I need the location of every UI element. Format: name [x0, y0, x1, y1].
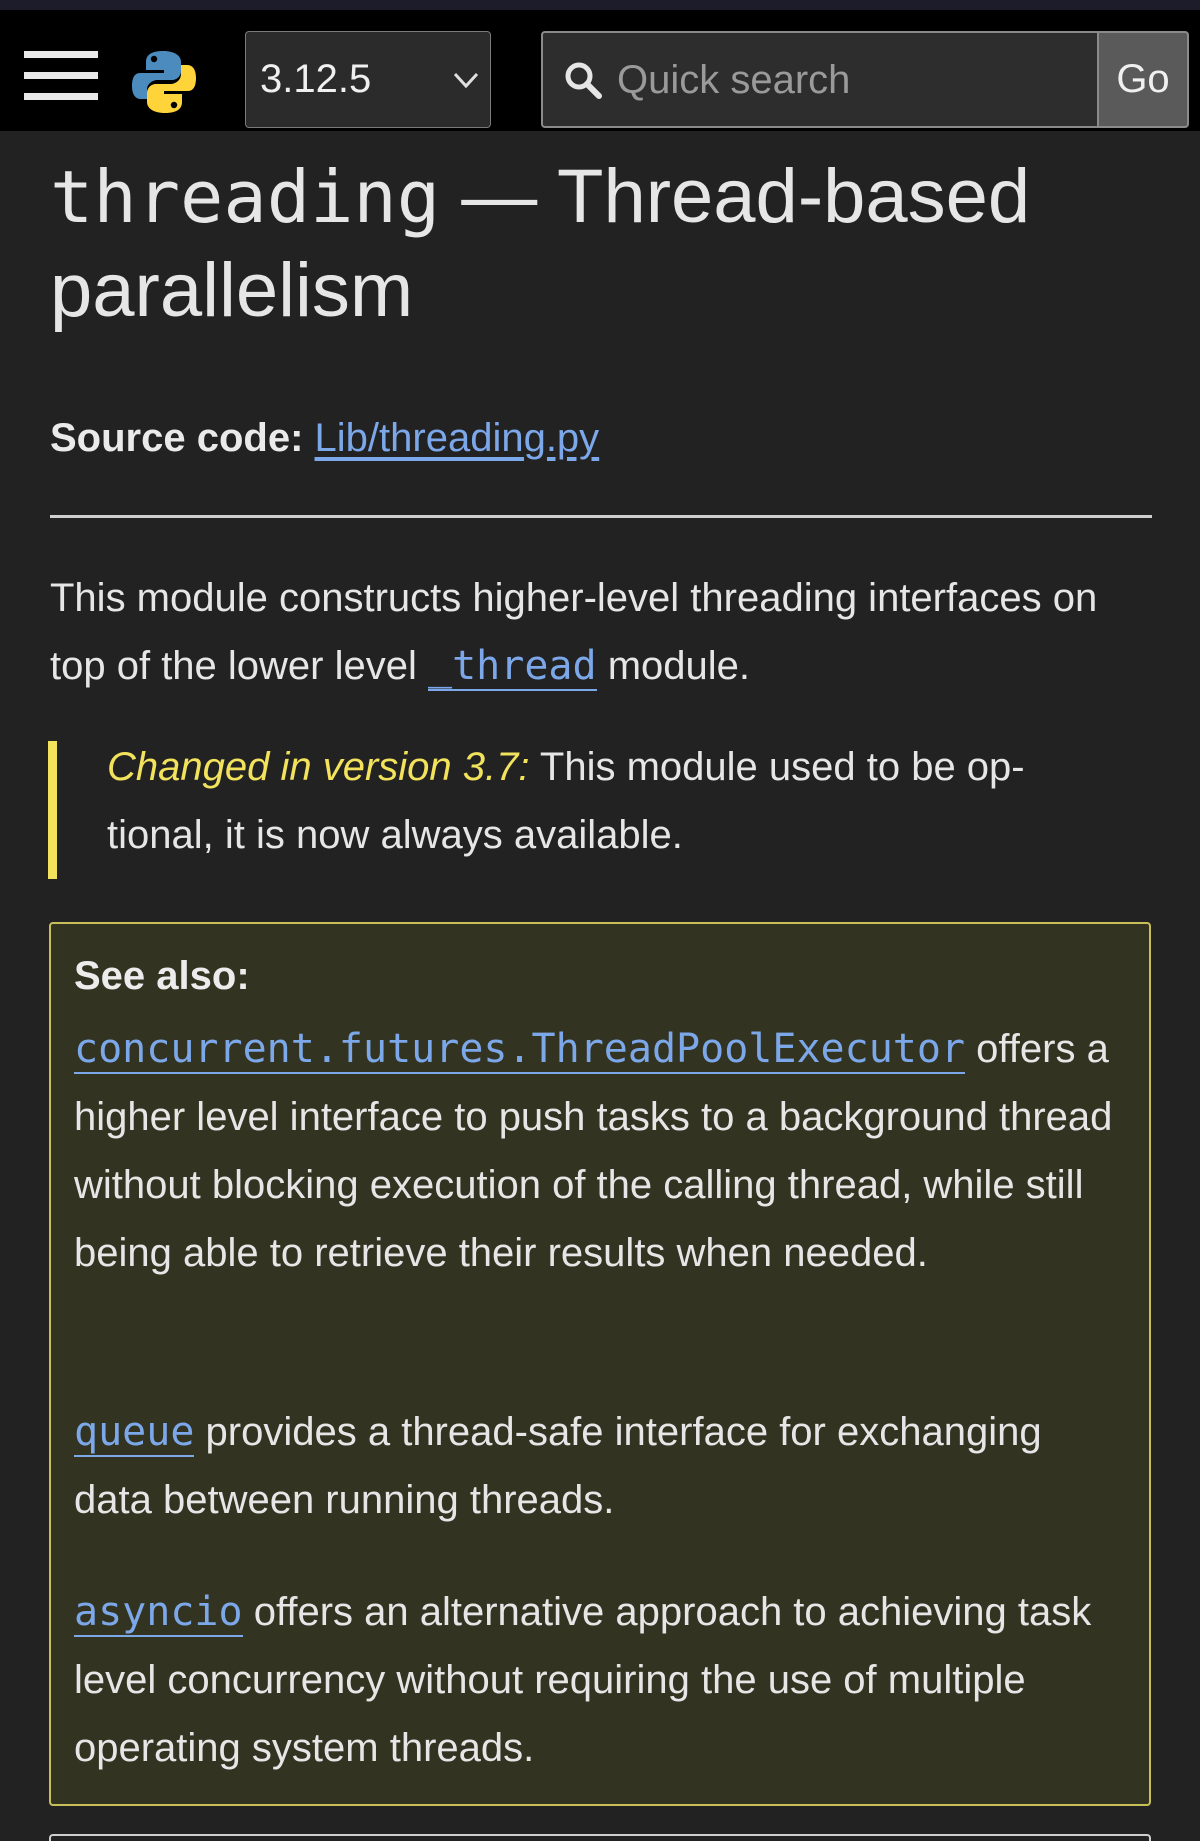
search-input[interactable] — [617, 47, 1077, 113]
python-logo-icon[interactable] — [130, 48, 198, 116]
version-select-value: 3.12.5 — [260, 57, 372, 101]
thread-module-link[interactable]: _thread — [428, 643, 597, 691]
threadpoolexecutor-link[interactable]: concurrent.futures.ThreadPoolExecutor — [74, 1026, 966, 1074]
intro-paragraph: This module constructs higher-level thre… — [50, 564, 1160, 700]
intro-text-end: module. — [596, 644, 750, 688]
see-also-item-text: provides a thread-safe interface for exc… — [74, 1410, 1042, 1522]
next-section-edge — [49, 1834, 1151, 1841]
top-accent-line — [0, 0, 1200, 10]
see-also-title: See also: — [74, 954, 250, 998]
version-changed-bar — [48, 741, 57, 879]
page-title: threading — Thread-based parallelism — [50, 150, 1160, 338]
see-also-item: asyncio offers an alternative approach t… — [74, 1578, 1129, 1782]
source-code-label: Source code: — [50, 416, 304, 460]
source-code-link[interactable]: Lib/threading.py — [315, 416, 600, 460]
divider — [50, 515, 1152, 518]
search-icon — [565, 62, 602, 99]
see-also-box: See also: concurrent.futures.ThreadPoolE… — [49, 922, 1151, 1806]
see-also-item: concurrent.futures.ThreadPoolExecutor of… — [74, 1015, 1129, 1287]
title-module-name: threading — [50, 155, 441, 239]
see-also-item: queue provides a thread-safe interface f… — [74, 1398, 1129, 1534]
queue-link[interactable]: queue — [74, 1409, 195, 1457]
asyncio-link[interactable]: asyncio — [74, 1589, 243, 1637]
version-changed-label: Changed in version 3.7: — [107, 745, 530, 789]
source-code-line: Source code: Lib/threading.py — [50, 412, 599, 464]
go-button[interactable]: Go — [1097, 31, 1189, 128]
version-changed-note: Changed in version 3.7: This module used… — [48, 741, 1158, 879]
hamburger-menu-icon[interactable] — [24, 42, 98, 104]
version-select[interactable]: 3.12.5 — [245, 31, 491, 128]
chevron-down-icon — [453, 72, 479, 89]
top-navigation-bar: 3.12.5 Go — [0, 10, 1200, 131]
title-dash: — — [461, 154, 538, 239]
version-changed-paragraph: Changed in version 3.7: This module used… — [107, 733, 1117, 869]
search-box — [541, 31, 1097, 128]
